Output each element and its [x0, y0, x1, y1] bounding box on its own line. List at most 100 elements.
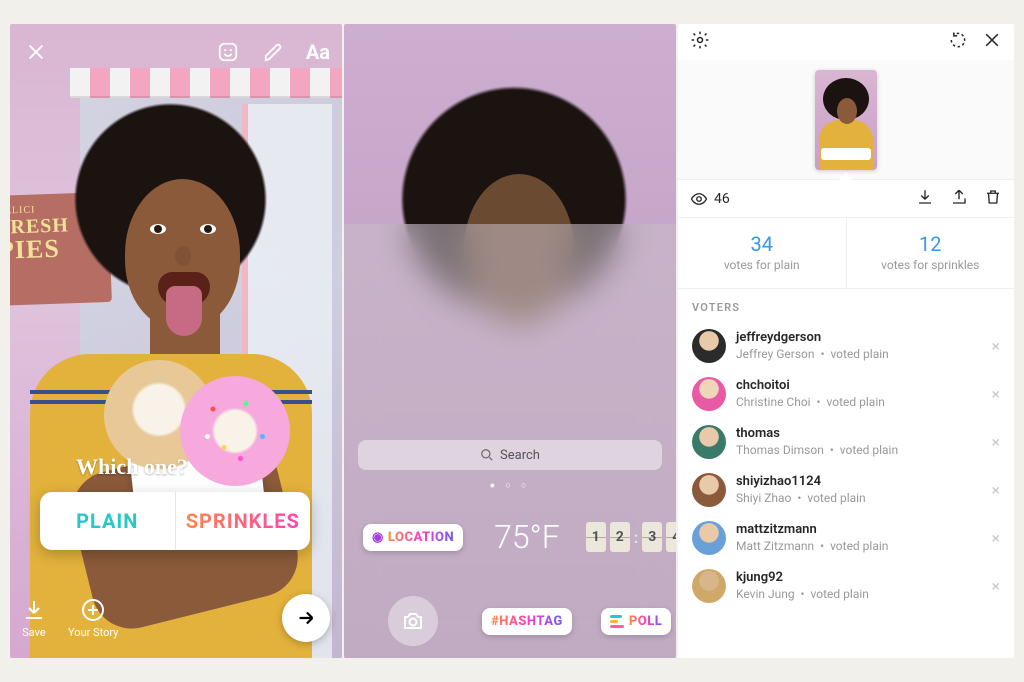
your-story-button[interactable]: Your Story	[68, 598, 118, 639]
avatar	[692, 425, 726, 459]
share-button[interactable]	[950, 188, 968, 210]
avatar	[692, 473, 726, 507]
poll-question[interactable]: Which one?	[76, 454, 188, 480]
story-editor-panel: DELICI FRESH PIES	[10, 24, 342, 658]
voter-username: chchoitoi	[736, 378, 885, 394]
voter-row[interactable]: chchoitoi Christine Choi • voted plain ×	[678, 370, 1014, 418]
vote-plain[interactable]: 34 votes for plain	[678, 218, 847, 288]
avatar	[692, 569, 726, 603]
voter-text: mattzitzmann Matt Zitzmann • voted plain	[736, 522, 888, 553]
hashtag-label: #HASHTAG	[491, 614, 563, 629]
voters-list: jeffreydgerson Jeffrey Gerson • voted pl…	[678, 322, 1014, 610]
voter-text: jeffreydgerson Jeffrey Gerson • voted pl…	[736, 330, 889, 361]
sprinkles-donut	[180, 376, 290, 486]
selected-caret	[839, 172, 853, 180]
vote-plain-label: votes for plain	[678, 258, 846, 272]
temperature-sticker[interactable]: 75°F	[494, 518, 560, 556]
vote-sprinkles-label: votes for sprinkles	[847, 258, 1015, 272]
editor-bottom-bar: Save Your Story	[22, 590, 330, 646]
download-icon	[916, 188, 934, 206]
poll-sticker-option[interactable]: POLL	[601, 608, 671, 635]
save-button[interactable]: Save	[22, 598, 46, 639]
voter-text: chchoitoi Christine Choi • voted plain	[736, 378, 885, 409]
camera-sticker[interactable]	[388, 596, 438, 646]
story-thumbnail-strip	[678, 60, 1014, 180]
voter-text: shiyizhao1124 Shiyi Zhao • voted plain	[736, 474, 866, 505]
clock-digit-1: 1	[586, 522, 606, 552]
vote-sprinkles[interactable]: 12 votes for sprinkles	[847, 218, 1015, 288]
vote-plain-count: 34	[678, 232, 846, 256]
voter-subtext: Christine Choi • voted plain	[736, 395, 885, 410]
voter-username: shiyizhao1124	[736, 474, 866, 490]
add-story-icon	[81, 598, 105, 622]
close-button[interactable]	[982, 30, 1002, 54]
settings-button[interactable]	[690, 30, 710, 54]
boomerang-icon	[948, 30, 968, 50]
save-label: Save	[22, 626, 46, 639]
send-button[interactable]	[282, 594, 330, 642]
poll-option-a[interactable]: PLAIN	[40, 492, 176, 550]
view-count-value: 46	[714, 191, 730, 207]
sticker-search[interactable]: Search	[358, 440, 662, 470]
gear-icon	[690, 30, 710, 50]
voter-row[interactable]: jeffreydgerson Jeffrey Gerson • voted pl…	[678, 322, 1014, 370]
stickers-button[interactable]	[214, 38, 242, 66]
voter-subtext: Thomas Dimson • voted plain	[736, 443, 898, 458]
story-thumbnail[interactable]	[815, 70, 877, 170]
eye-icon	[690, 190, 708, 208]
voter-username: mattzitzmann	[736, 522, 888, 538]
voter-subtext: Kevin Jung • voted plain	[736, 587, 869, 602]
location-sticker[interactable]: ◉ LOCATION	[363, 524, 463, 551]
close-button[interactable]	[22, 38, 50, 66]
delete-button[interactable]	[984, 188, 1002, 210]
arrow-right-icon	[295, 607, 317, 629]
poll-bars-icon	[610, 615, 624, 628]
dismiss-voter-button[interactable]: ×	[991, 577, 1000, 596]
boomerang-button[interactable]	[948, 30, 968, 54]
poll-sticker[interactable]: PLAIN SPRINKLES	[40, 492, 310, 550]
clock-digit-3: 3	[642, 522, 662, 552]
voter-row[interactable]: shiyizhao1124 Shiyi Zhao • voted plain ×	[678, 466, 1014, 514]
dismiss-voter-button[interactable]: ×	[991, 433, 1000, 452]
hashtag-sticker[interactable]: #HASHTAG	[482, 608, 572, 635]
clock-sticker[interactable]: 1 2 : 3 4	[586, 522, 676, 552]
poll-results-panel: 46 34 votes for plain 12 votes for sprin…	[678, 24, 1014, 658]
close-icon	[982, 30, 1002, 50]
camera-icon	[401, 609, 425, 633]
poll-label: POLL	[629, 614, 662, 629]
location-label: LOCATION	[388, 530, 454, 545]
draw-button[interactable]	[260, 38, 288, 66]
voter-username: kjung92	[736, 570, 869, 586]
pager-dots: ● ○ ○	[344, 480, 676, 491]
poll-option-b[interactable]: SPRINKLES	[176, 492, 311, 550]
draw-icon	[263, 41, 285, 63]
voter-subtext: Matt Zitzmann • voted plain	[736, 539, 888, 554]
sticker-grid: ◉ LOCATION 75°F 1 2 : 3 4 #HASHTAG	[358, 502, 662, 658]
stats-bar: 46	[678, 180, 1014, 218]
dismiss-voter-button[interactable]: ×	[991, 385, 1000, 404]
search-icon	[480, 448, 494, 462]
text-tool-button[interactable]: Aa	[306, 40, 330, 64]
download-button[interactable]	[916, 188, 934, 210]
results-top-bar	[678, 24, 1014, 60]
sticker-tray-sheet[interactable]: Search ● ○ ○ ◉ LOCATION 75°F 1 2 : 3 4	[344, 224, 676, 658]
avatar	[692, 377, 726, 411]
voter-username: jeffreydgerson	[736, 330, 889, 346]
view-count[interactable]: 46	[690, 190, 730, 208]
download-icon	[22, 598, 46, 622]
sticker-tray-panel: Search ● ○ ○ ◉ LOCATION 75°F 1 2 : 3 4	[344, 24, 676, 658]
dismiss-voter-button[interactable]: ×	[991, 529, 1000, 548]
voter-subtext: Jeffrey Gerson • voted plain	[736, 347, 889, 362]
search-placeholder: Search	[500, 448, 540, 463]
clock-digit-4: 4	[666, 522, 676, 552]
vote-sprinkles-count: 12	[847, 232, 1015, 256]
voter-row[interactable]: mattzitzmann Matt Zitzmann • voted plain…	[678, 514, 1014, 562]
dismiss-voter-button[interactable]: ×	[991, 481, 1000, 500]
trash-icon	[984, 188, 1002, 206]
voters-heading: VOTERS	[678, 289, 1014, 322]
voter-text: thomas Thomas Dimson • voted plain	[736, 426, 898, 457]
sticker-icon	[217, 41, 239, 63]
dismiss-voter-button[interactable]: ×	[991, 337, 1000, 356]
voter-row[interactable]: thomas Thomas Dimson • voted plain ×	[678, 418, 1014, 466]
voter-row[interactable]: kjung92 Kevin Jung • voted plain ×	[678, 562, 1014, 610]
